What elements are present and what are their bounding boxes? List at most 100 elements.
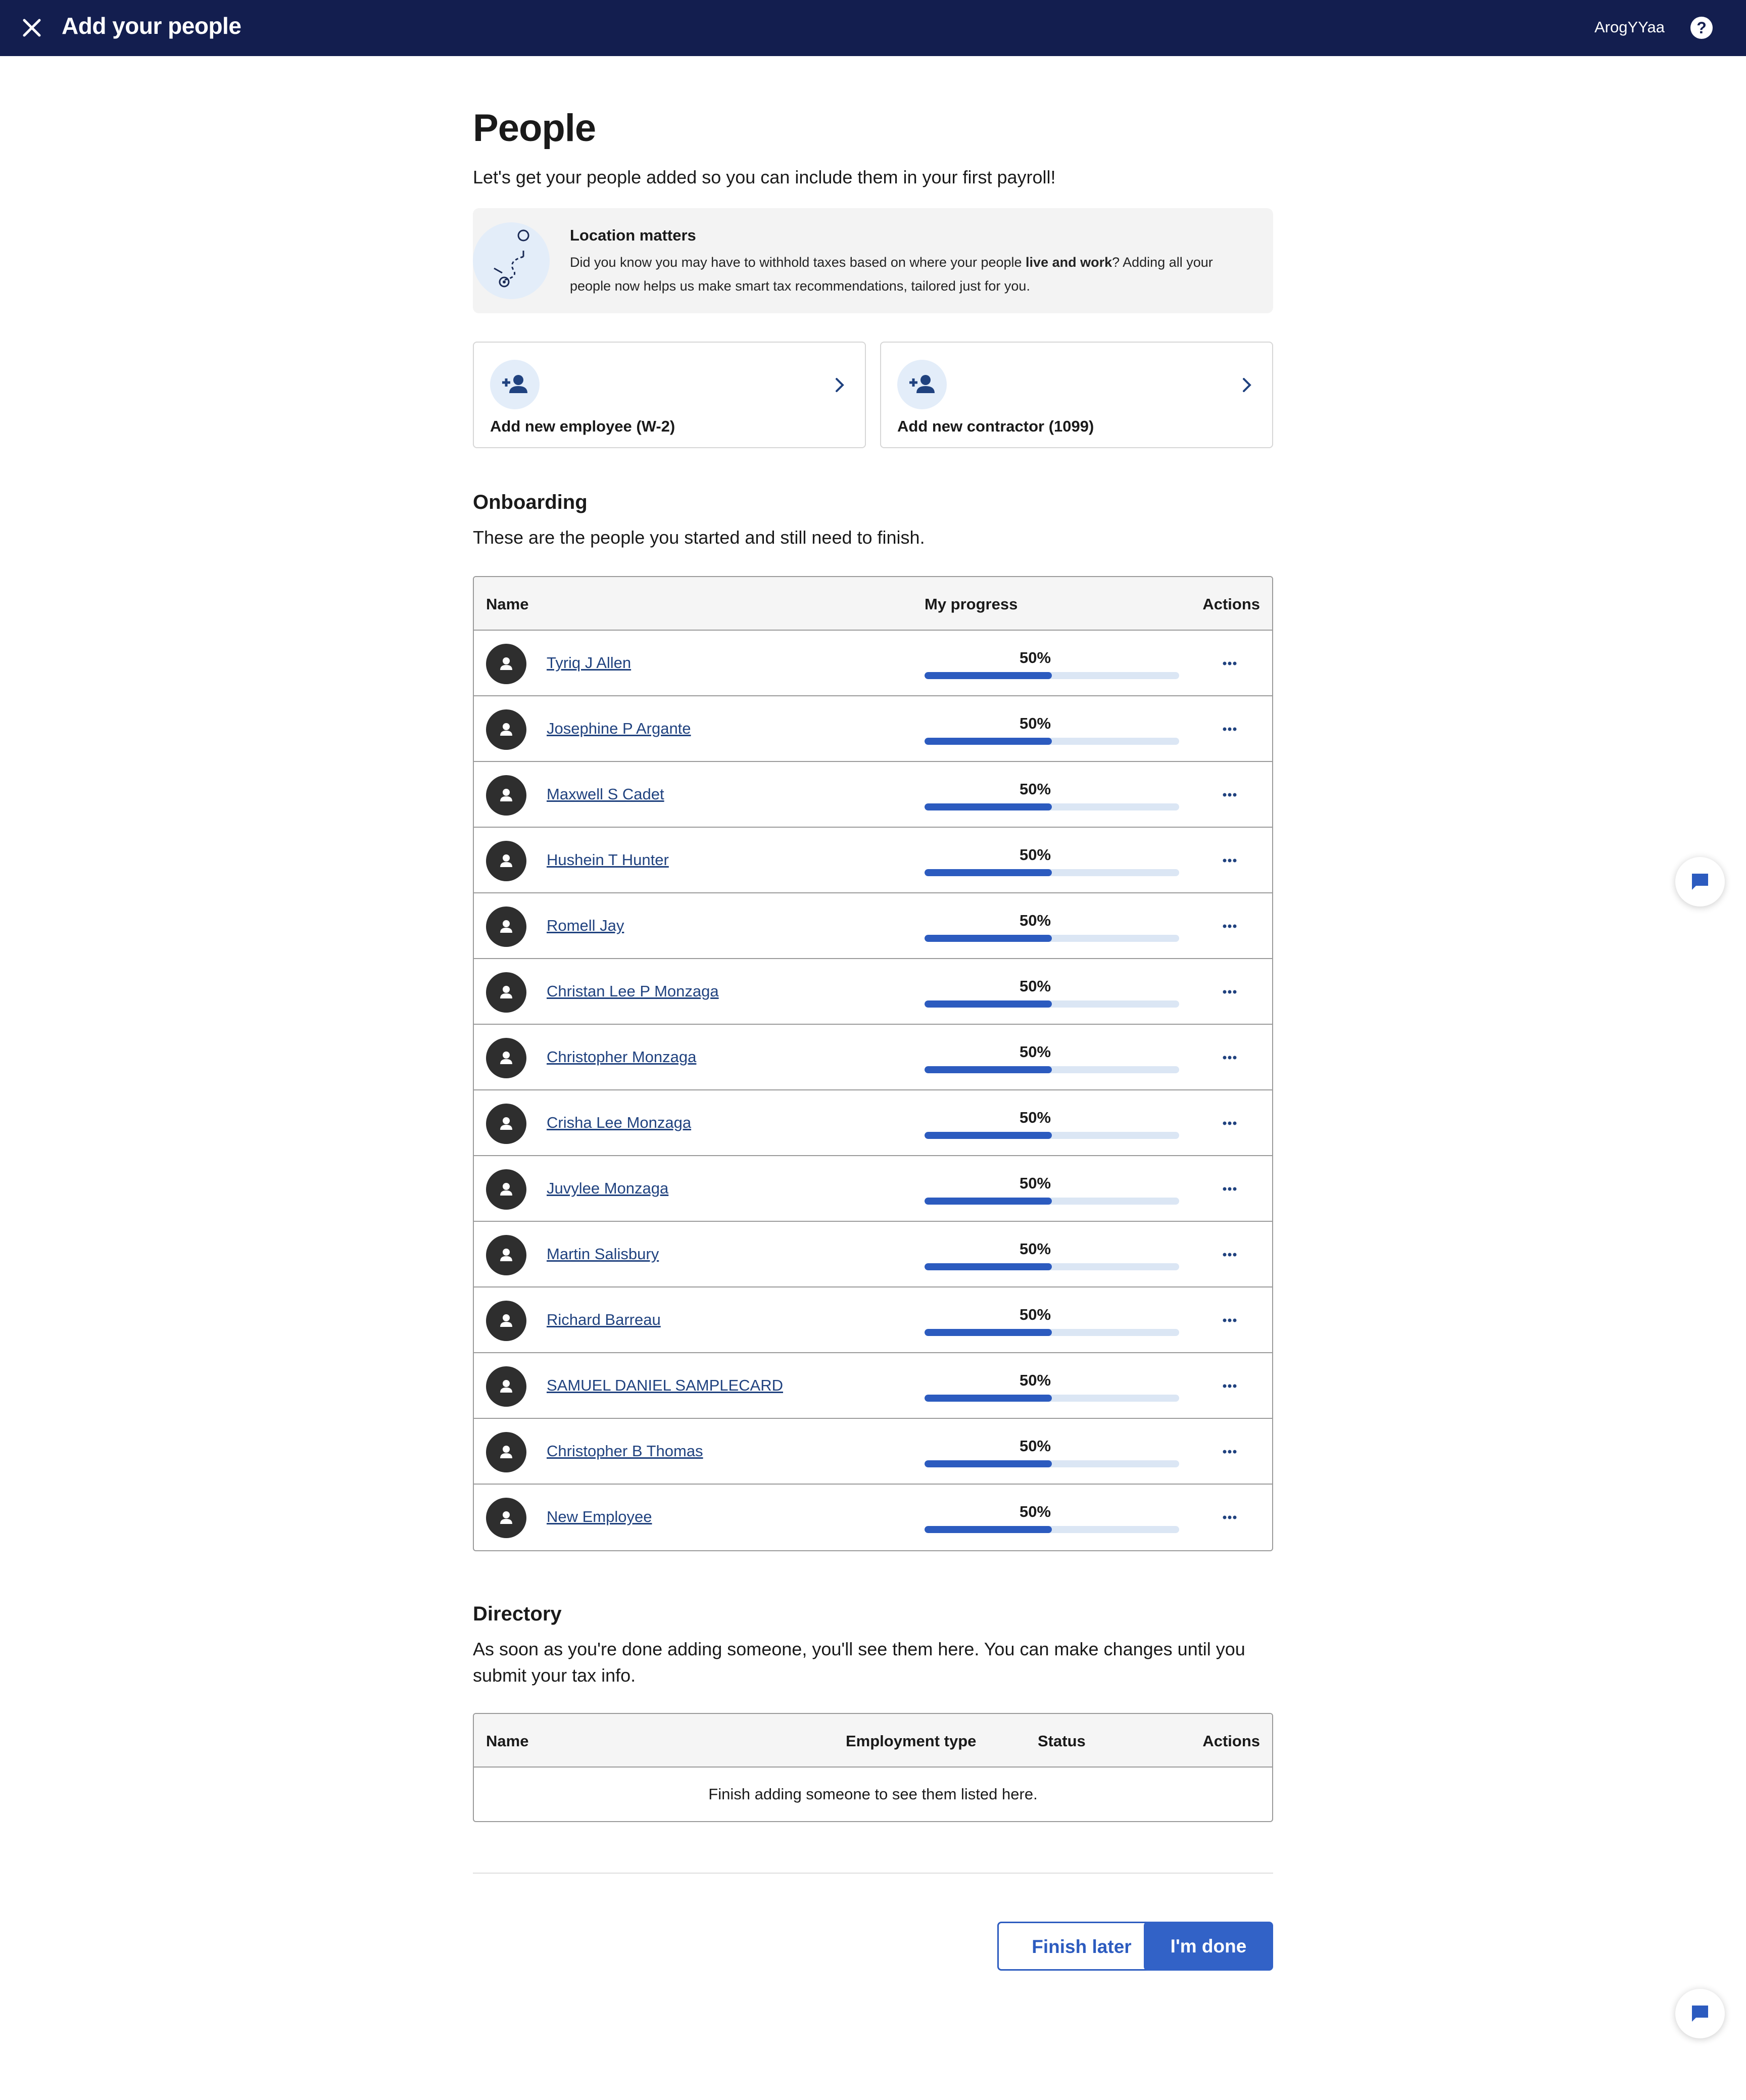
avatar <box>486 972 526 1013</box>
person-name-link[interactable]: Richard Barreau <box>547 1311 661 1329</box>
more-actions-icon[interactable] <box>1218 1444 1242 1459</box>
progress-percent: 50% <box>1020 1437 1051 1455</box>
progress-bar <box>925 935 1179 942</box>
avatar <box>486 1104 526 1144</box>
onboarding-rows: Tyriq J Allen 50% Josephine P Argante 50% Ma… <box>474 631 1272 1550</box>
table-row: Juvylee Monzaga 50% <box>474 1156 1272 1222</box>
info-body-text: Did you know you may have to withhold ta… <box>570 255 1026 270</box>
person-name-link[interactable]: Martin Salisbury <box>547 1245 659 1263</box>
help-icon[interactable]: ? <box>1690 17 1713 39</box>
more-actions-icon[interactable] <box>1218 787 1242 802</box>
add-contractor-label: Add new contractor (1099) <box>897 417 1094 435</box>
avatar <box>486 1169 526 1210</box>
progress-bar <box>925 1000 1179 1008</box>
more-actions-icon[interactable] <box>1218 1247 1242 1262</box>
more-actions-icon[interactable] <box>1218 1116 1242 1131</box>
avatar <box>486 841 526 881</box>
person-name-link[interactable]: Christopher B Thomas <box>547 1442 703 1460</box>
more-actions-icon[interactable] <box>1218 984 1242 999</box>
progress-bar <box>925 1460 1179 1467</box>
progress-bar <box>925 803 1179 810</box>
person-name-link[interactable]: Josephine P Argante <box>547 720 691 738</box>
progress-bar <box>925 1526 1179 1533</box>
close-icon[interactable] <box>19 15 44 40</box>
more-actions-icon[interactable] <box>1218 1510 1242 1525</box>
more-actions-icon[interactable] <box>1218 1378 1242 1394</box>
more-actions-icon[interactable] <box>1218 1313 1242 1328</box>
progress-bar <box>925 1066 1179 1073</box>
avatar <box>486 644 526 684</box>
done-button[interactable]: I'm done <box>1144 1922 1273 1971</box>
person-name-link[interactable]: Crisha Lee Monzaga <box>547 1114 691 1132</box>
avatar <box>486 1235 526 1275</box>
avatar <box>486 775 526 816</box>
add-person-icon <box>490 360 540 409</box>
avatar <box>486 1038 526 1078</box>
progress-bar <box>925 738 1179 745</box>
table-row: Crisha Lee Monzaga 50% <box>474 1090 1272 1156</box>
table-row: Christopher Monzaga 50% <box>474 1025 1272 1090</box>
avatar <box>486 906 526 947</box>
table-row: Hushein T Hunter 50% <box>474 828 1272 893</box>
location-info-banner: Location matters Did you know you may ha… <box>473 208 1273 313</box>
progress-percent: 50% <box>1020 1306 1051 1323</box>
progress-bar-fill <box>925 1132 1052 1139</box>
progress-bar-fill <box>925 869 1052 876</box>
table-row: Romell Jay 50% <box>474 893 1272 959</box>
more-actions-icon[interactable] <box>1218 919 1242 934</box>
more-actions-icon[interactable] <box>1218 1050 1242 1065</box>
table-row: Tyriq J Allen 50% <box>474 631 1272 696</box>
table-row: Christan Lee P Monzaga 50% <box>474 959 1272 1025</box>
table-row: SAMUEL DANIEL SAMPLECARD 50% <box>474 1353 1272 1419</box>
column-header-name: Name <box>486 595 529 613</box>
person-name-link[interactable]: SAMUEL DANIEL SAMPLECARD <box>547 1376 783 1395</box>
progress-percent: 50% <box>1020 1174 1051 1192</box>
chevron-right-icon <box>829 374 851 396</box>
finish-later-button[interactable]: Finish later <box>997 1922 1166 1971</box>
onboarding-table: Name My progress Actions Tyriq J Allen 50… <box>473 576 1273 1551</box>
progress-percent: 50% <box>1020 1240 1051 1258</box>
more-actions-icon[interactable] <box>1218 853 1242 868</box>
person-name-link[interactable]: Christopher Monzaga <box>547 1048 696 1066</box>
person-name-link[interactable]: Romell Jay <box>547 917 624 935</box>
add-contractor-card[interactable]: Add new contractor (1099) <box>880 342 1273 448</box>
progress-percent: 50% <box>1020 912 1051 929</box>
person-name-link[interactable]: New Employee <box>547 1508 652 1526</box>
person-name-link[interactable]: Hushein T Hunter <box>547 851 669 869</box>
progress-percent: 50% <box>1020 1371 1051 1389</box>
page-subtitle: Let's get your people added so you can i… <box>473 167 1056 187</box>
onboarding-table-header: Name My progress Actions <box>474 577 1272 631</box>
more-actions-icon[interactable] <box>1218 1181 1242 1197</box>
progress-bar <box>925 869 1179 876</box>
more-actions-icon[interactable] <box>1218 656 1242 671</box>
progress-percent: 50% <box>1020 780 1051 798</box>
info-body-emphasis: live and work <box>1026 255 1112 270</box>
onboarding-subtitle: These are the people you started and sti… <box>473 527 925 548</box>
progress-bar-fill <box>925 1000 1052 1008</box>
avatar <box>486 1301 526 1341</box>
chat-bubble-icon[interactable] <box>1675 857 1725 906</box>
person-name-link[interactable]: Maxwell S Cadet <box>547 785 664 803</box>
progress-bar-fill <box>925 1263 1052 1270</box>
top-bar-title: Add your people <box>62 13 241 39</box>
directory-empty-message: Finish adding someone to see them listed… <box>708 1785 1038 1803</box>
progress-bar-fill <box>925 1460 1052 1467</box>
chat-bubble-icon[interactable] <box>1675 1989 1725 2038</box>
progress-bar-fill <box>925 1526 1052 1533</box>
user-name[interactable]: ArogYYaa <box>1594 18 1665 36</box>
person-name-link[interactable]: Tyriq J Allen <box>547 654 631 672</box>
table-row: Richard Barreau 50% <box>474 1287 1272 1353</box>
person-name-link[interactable]: Christan Lee P Monzaga <box>547 982 719 1000</box>
footer-divider <box>473 1873 1273 1874</box>
person-name-link[interactable]: Juvylee Monzaga <box>547 1179 668 1198</box>
table-row: New Employee 50% <box>474 1485 1272 1550</box>
add-employee-label: Add new employee (W-2) <box>490 417 675 435</box>
more-actions-icon[interactable] <box>1218 722 1242 737</box>
table-row: Martin Salisbury 50% <box>474 1222 1272 1287</box>
directory-title: Directory <box>473 1603 562 1625</box>
chevron-right-icon <box>1236 374 1258 396</box>
directory-table-header: Name Employment type Status Actions <box>474 1714 1272 1768</box>
page-title: People <box>473 107 596 150</box>
add-employee-card[interactable]: Add new employee (W-2) <box>473 342 866 448</box>
progress-bar-fill <box>925 1198 1052 1205</box>
